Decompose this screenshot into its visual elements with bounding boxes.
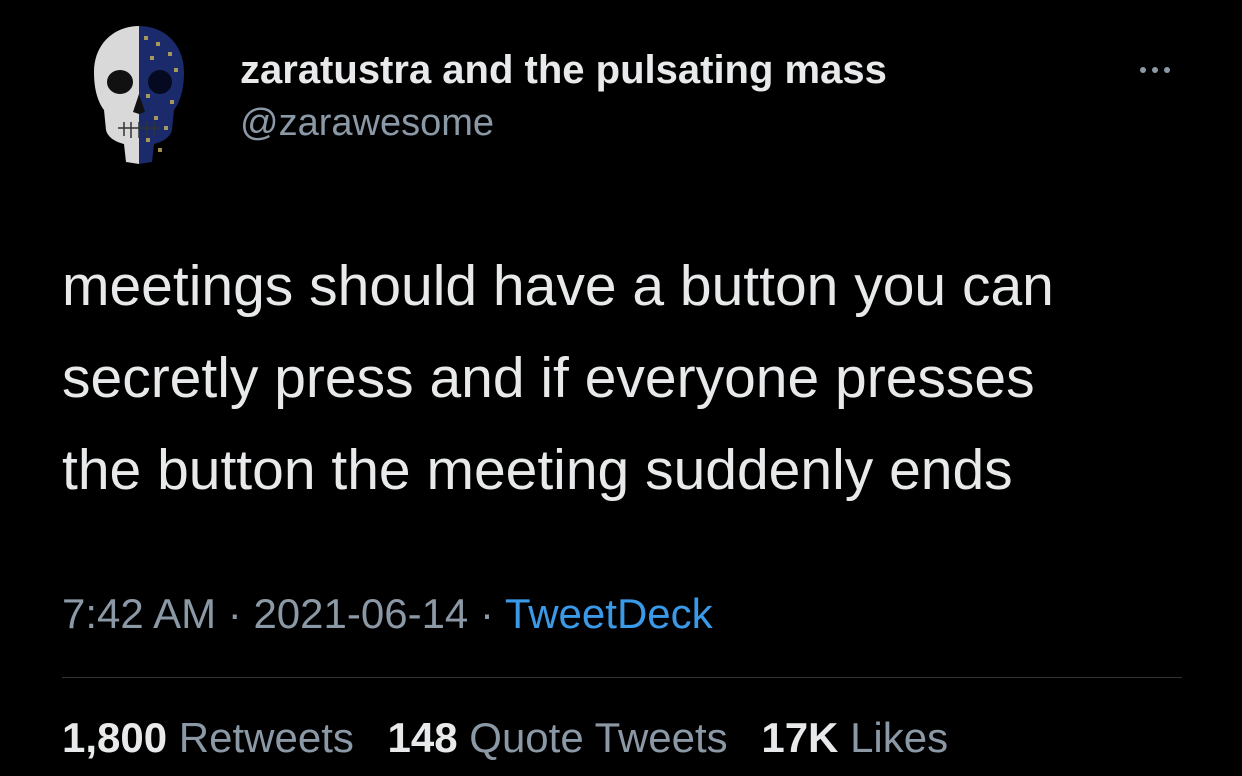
likes-label: Likes bbox=[850, 714, 949, 761]
tweet-text-line: the button the meeting suddenly ends bbox=[62, 438, 1013, 502]
meta-separator: · bbox=[227, 590, 242, 637]
quote-tweets-count: 148 bbox=[387, 714, 458, 761]
tweet-source-link[interactable]: TweetDeck bbox=[505, 590, 713, 637]
tweet-text-line: meetings should have a button you can bbox=[62, 254, 1054, 318]
skull-avatar-icon bbox=[94, 26, 184, 164]
ellipsis-icon bbox=[1140, 67, 1170, 73]
tweet-date[interactable]: 2021-06-14 bbox=[253, 590, 468, 637]
tweet-meta: 7:42 AM · 2021-06-14 · TweetDeck bbox=[62, 588, 713, 640]
retweets-label: Retweets bbox=[178, 714, 354, 761]
user-handle[interactable]: @zarawesome bbox=[240, 100, 494, 146]
likes-count: 17K bbox=[761, 714, 839, 761]
quote-tweets-label: Quote Tweets bbox=[469, 714, 728, 761]
quote-tweets-stat[interactable]: 148 Quote Tweets bbox=[388, 714, 728, 761]
meta-separator: · bbox=[479, 590, 494, 637]
user-avatar[interactable] bbox=[84, 22, 194, 168]
divider bbox=[62, 677, 1182, 678]
retweets-stat[interactable]: 1,800 Retweets bbox=[62, 714, 354, 761]
retweets-count: 1,800 bbox=[62, 714, 168, 761]
display-name[interactable]: zaratustra and the pulsating mass bbox=[240, 46, 887, 94]
more-options-button[interactable] bbox=[1130, 52, 1180, 88]
tweet-stats: 1,800 Retweets 148 Quote Tweets 17K Like… bbox=[62, 712, 970, 764]
tweet-time[interactable]: 7:42 AM bbox=[62, 590, 216, 637]
likes-stat[interactable]: 17K Likes bbox=[761, 714, 948, 761]
tweet-text: meetings should have a button you can se… bbox=[62, 240, 1192, 516]
tweet-text-line: secretly press and if everyone presses bbox=[62, 346, 1035, 410]
tweet-card: zaratustra and the pulsating mass @zaraw… bbox=[0, 0, 1242, 776]
